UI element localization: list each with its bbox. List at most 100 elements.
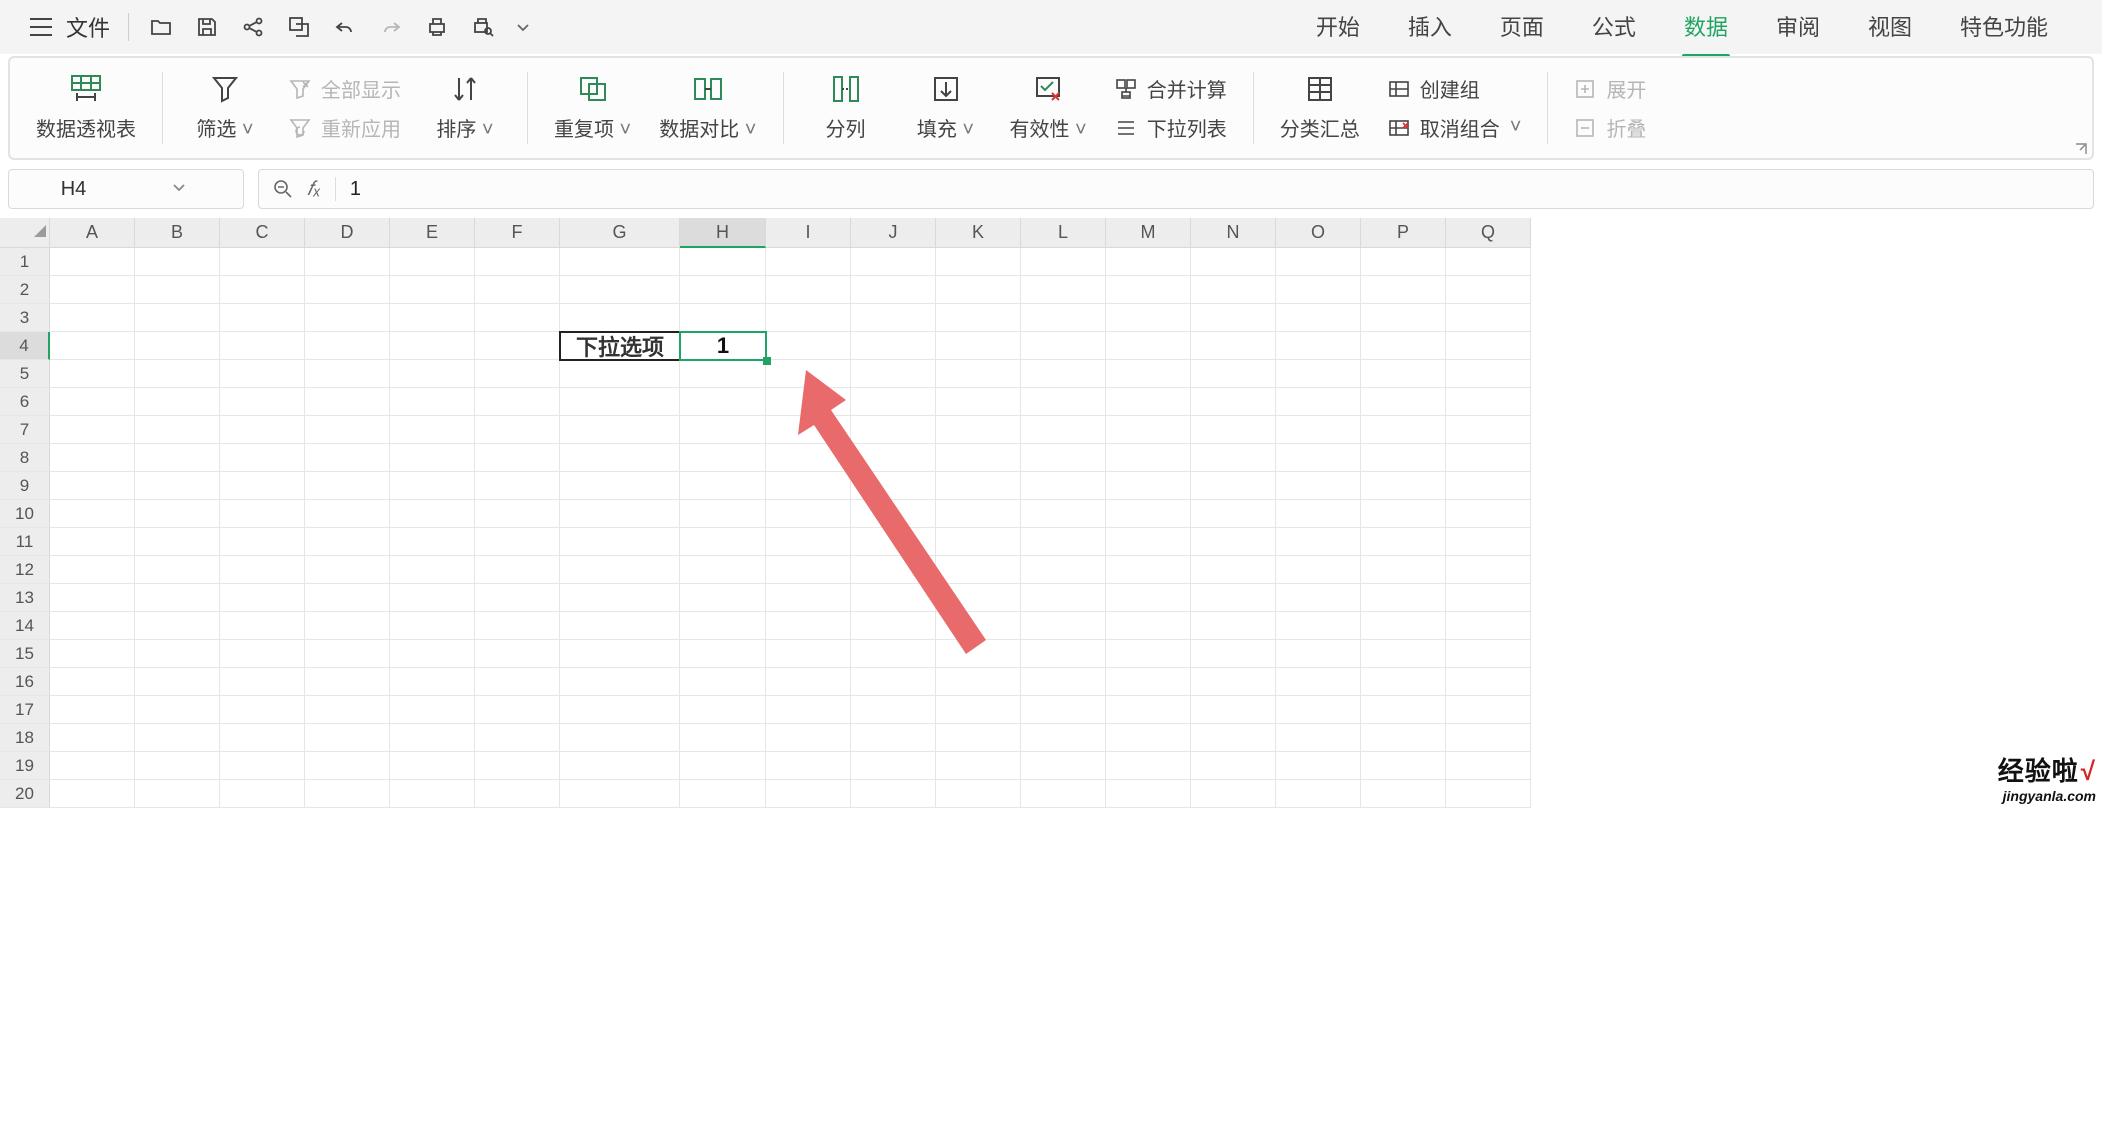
cell[interactable] (560, 332, 680, 360)
cell[interactable] (475, 360, 560, 388)
cell[interactable] (1446, 780, 1531, 808)
cell[interactable] (1361, 696, 1446, 724)
cell[interactable] (50, 500, 135, 528)
cell[interactable] (1446, 612, 1531, 640)
cell[interactable] (1106, 416, 1191, 444)
cell[interactable] (1106, 248, 1191, 276)
redo-icon[interactable] (373, 9, 409, 45)
formula-bar[interactable]: 𝑓ₓ 1 (258, 169, 2094, 209)
pivot-table-button[interactable]: 数据透视表 (36, 75, 136, 142)
tab-formula[interactable]: 公式 (1590, 4, 1638, 50)
col-header[interactable]: E (390, 218, 475, 248)
cell[interactable] (1361, 640, 1446, 668)
cell[interactable] (135, 724, 220, 752)
cell[interactable] (680, 556, 766, 584)
col-header[interactable]: B (135, 218, 220, 248)
cell[interactable] (766, 752, 851, 780)
cell[interactable] (135, 332, 220, 360)
cell[interactable] (1021, 332, 1106, 360)
cell[interactable] (1276, 612, 1361, 640)
cell[interactable] (680, 724, 766, 752)
cell[interactable] (220, 668, 305, 696)
cell[interactable] (1191, 668, 1276, 696)
cell[interactable] (1276, 276, 1361, 304)
cell[interactable] (220, 416, 305, 444)
cell[interactable] (680, 584, 766, 612)
cell[interactable] (50, 584, 135, 612)
cell[interactable] (1191, 752, 1276, 780)
col-header[interactable]: G (560, 218, 680, 248)
row-header[interactable]: 10 (0, 500, 50, 528)
cell[interactable] (1191, 556, 1276, 584)
cell[interactable] (560, 500, 680, 528)
ribbon-dialog-launcher-icon[interactable] (2074, 142, 2088, 156)
cell[interactable] (680, 304, 766, 332)
cell[interactable] (135, 360, 220, 388)
cell[interactable] (305, 668, 390, 696)
cell[interactable] (305, 780, 390, 808)
cell[interactable] (1361, 276, 1446, 304)
cell[interactable] (50, 668, 135, 696)
cell[interactable] (851, 780, 936, 808)
cell[interactable] (220, 360, 305, 388)
row-header[interactable]: 19 (0, 752, 50, 780)
cell[interactable] (390, 248, 475, 276)
cell[interactable] (390, 668, 475, 696)
filter-button[interactable]: 筛选 (189, 75, 261, 142)
cell[interactable] (390, 332, 475, 360)
cell[interactable] (50, 472, 135, 500)
col-header[interactable]: J (851, 218, 936, 248)
cell[interactable] (1106, 696, 1191, 724)
cell[interactable] (1106, 752, 1191, 780)
cell[interactable] (1106, 668, 1191, 696)
cell[interactable] (1021, 696, 1106, 724)
cell[interactable] (1106, 528, 1191, 556)
cell[interactable] (1276, 388, 1361, 416)
cell[interactable] (680, 416, 766, 444)
cell[interactable] (390, 472, 475, 500)
col-header[interactable]: F (475, 218, 560, 248)
cell[interactable] (560, 416, 680, 444)
cell[interactable] (680, 668, 766, 696)
cell[interactable] (1361, 780, 1446, 808)
cell[interactable] (475, 472, 560, 500)
cell[interactable] (936, 668, 1021, 696)
cell[interactable] (135, 612, 220, 640)
cell[interactable] (135, 276, 220, 304)
cell[interactable] (560, 304, 680, 332)
row-header[interactable]: 20 (0, 780, 50, 808)
cell[interactable] (680, 388, 766, 416)
cell[interactable] (135, 528, 220, 556)
cell[interactable] (1361, 444, 1446, 472)
cell[interactable] (766, 780, 851, 808)
cell[interactable] (50, 360, 135, 388)
cell[interactable] (475, 388, 560, 416)
col-header[interactable]: M (1106, 218, 1191, 248)
cell[interactable] (475, 640, 560, 668)
cell[interactable] (305, 724, 390, 752)
cell[interactable] (851, 248, 936, 276)
cell[interactable] (390, 724, 475, 752)
cell[interactable] (1191, 696, 1276, 724)
row-header[interactable]: 5 (0, 360, 50, 388)
cell[interactable] (1446, 500, 1531, 528)
cell[interactable] (1106, 444, 1191, 472)
cell[interactable] (680, 472, 766, 500)
cell[interactable] (475, 584, 560, 612)
collapse-button[interactable]: 折叠 (1574, 113, 1646, 142)
cell[interactable] (766, 304, 851, 332)
cell[interactable] (135, 780, 220, 808)
row-header[interactable]: 4 (0, 332, 50, 360)
validation-button[interactable]: 有效性 (1010, 75, 1087, 142)
cell[interactable] (1106, 584, 1191, 612)
cell[interactable] (1106, 500, 1191, 528)
cell[interactable] (50, 444, 135, 472)
cell[interactable] (560, 528, 680, 556)
cell[interactable] (560, 444, 680, 472)
sort-button[interactable]: 排序 (429, 75, 501, 142)
cell[interactable] (475, 500, 560, 528)
cell[interactable] (390, 528, 475, 556)
row-header[interactable]: 15 (0, 640, 50, 668)
cell[interactable] (680, 332, 766, 360)
cell[interactable] (135, 640, 220, 668)
